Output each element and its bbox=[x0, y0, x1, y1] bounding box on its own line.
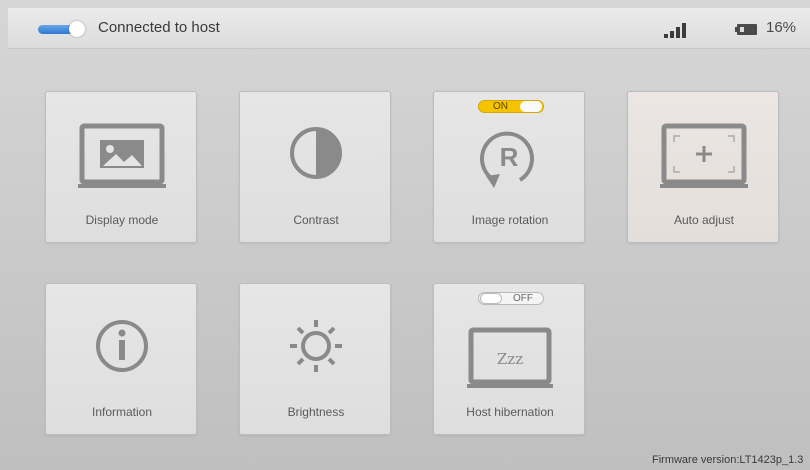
tile-auto-adjust[interactable]: Auto adjust bbox=[627, 91, 779, 243]
tile-label: Brightness bbox=[287, 405, 345, 419]
battery-percent: 16% bbox=[766, 19, 797, 36]
connection-toggle[interactable] bbox=[38, 21, 88, 37]
tile-brightness[interactable]: Brightness bbox=[239, 283, 391, 435]
tile-label: Display mode bbox=[85, 213, 159, 227]
signal-bars-icon bbox=[664, 22, 690, 38]
tile-image-rotation[interactable]: ON R Image rotation bbox=[433, 91, 585, 243]
tile-label: Host hibernation bbox=[466, 405, 554, 419]
toggle-knob bbox=[69, 21, 85, 37]
tile-host-hibernation[interactable]: OFF Zzz Host hibernation bbox=[433, 283, 585, 435]
firmware-version: Firmware version:LT1423p_1.3 bbox=[652, 454, 804, 466]
connection-status-text: Connected to host bbox=[98, 19, 220, 36]
tile-label: Image rotation bbox=[471, 213, 549, 227]
battery-icon bbox=[735, 24, 759, 35]
tile-label: Auto adjust bbox=[673, 213, 735, 227]
svg-text:R: R bbox=[500, 142, 519, 172]
tile-contrast[interactable]: Contrast bbox=[239, 91, 391, 243]
tile-label: Contrast bbox=[293, 213, 339, 227]
tile-display-mode[interactable]: Display mode bbox=[45, 91, 197, 243]
hibernation-icon-text: Zzz bbox=[497, 350, 523, 368]
tile-information[interactable]: Information bbox=[45, 283, 197, 435]
status-bar: Connected to host 16% bbox=[8, 8, 810, 49]
tile-label: Information bbox=[91, 405, 153, 419]
